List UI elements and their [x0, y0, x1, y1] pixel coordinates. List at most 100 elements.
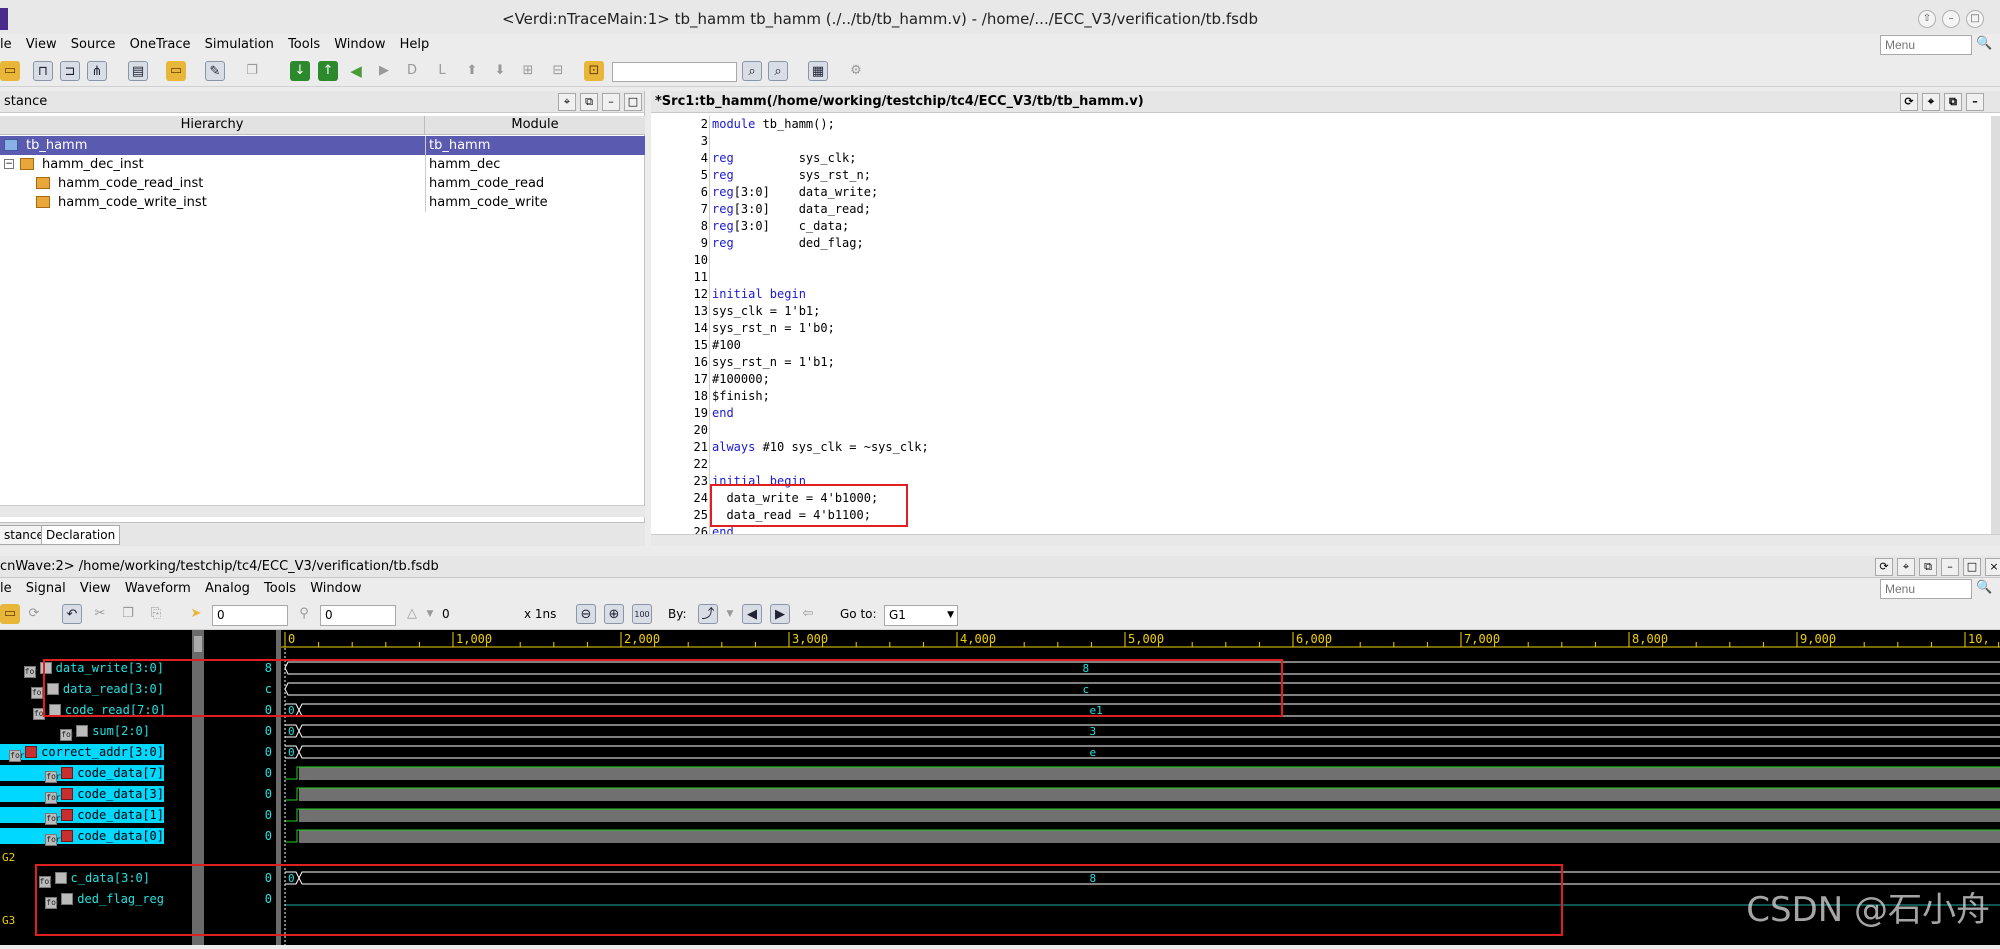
trace-out-icon[interactable]: ↑ [318, 61, 338, 81]
menu-tools[interactable]: Tools [283, 34, 325, 52]
find-next-icon[interactable]: ⌕ [742, 61, 762, 81]
source-line[interactable]: 5reg sys_rst_n; [651, 167, 1981, 184]
pin-icon[interactable]: ⌖ [558, 93, 576, 111]
menu-onetrace[interactable]: OneTrace [125, 34, 196, 52]
hierarchy-column[interactable]: Hierarchy [0, 116, 425, 135]
delta-icon[interactable]: △ [402, 604, 422, 624]
back-arrow-icon[interactable]: ◀ [346, 61, 366, 81]
hierarchy-row-tb-hamm[interactable]: tb_hamm tb_hamm [0, 136, 645, 155]
zoom-fit-icon[interactable]: 100 [632, 604, 652, 624]
lock-icon[interactable]: ⊡ [584, 61, 604, 81]
up-icon[interactable]: ⬆ [462, 61, 482, 81]
hierarchy-row-hamm-code-read-inst[interactable]: hamm_code_read_inst hamm_code_read [0, 174, 645, 193]
menu-simulation[interactable]: Simulation [200, 34, 279, 52]
nwave-menu-analog[interactable]: Analog [200, 578, 255, 596]
module-column[interactable]: Module [425, 116, 645, 135]
maximize-panel-icon[interactable]: □ [624, 93, 642, 111]
source-line[interactable]: 19end [651, 405, 1981, 422]
pin-icon[interactable]: ⌖ [1922, 93, 1940, 111]
nwave-menu-window[interactable]: Window [305, 578, 366, 596]
source-line[interactable]: 8reg[3:0] c_data; [651, 218, 1981, 235]
open-folder-icon[interactable]: ▭ [0, 604, 20, 624]
close-panel-icon[interactable]: × [1985, 558, 2000, 576]
sync-icon[interactable]: ⟳ [1875, 558, 1893, 576]
minimize-panel-icon[interactable]: – [1966, 93, 1984, 111]
source-line[interactable]: 22 [651, 456, 1981, 473]
forward-arrow-icon[interactable]: ▶ [374, 61, 394, 81]
trace-in-icon[interactable]: ↓ [290, 61, 310, 81]
source-line[interactable]: 14sys_rst_n = 1'b0; [651, 320, 1981, 337]
hierarchy-row-hamm-code-write-inst[interactable]: hamm_code_write_inst hamm_code_write [0, 193, 645, 212]
driver-icon[interactable]: D [402, 61, 422, 81]
bit-waveform[interactable] [285, 809, 2000, 822]
signal-row[interactable]: forcode_data[0] [0, 828, 164, 844]
bit-waveform[interactable] [285, 830, 2000, 843]
copy-icon[interactable]: ❐ [242, 61, 262, 81]
schematic-icon[interactable]: ⊐ [60, 61, 80, 81]
menu-view[interactable]: View [21, 34, 62, 52]
menu-source[interactable]: Source [66, 34, 121, 52]
marker-time-field[interactable]: 0 [320, 605, 396, 626]
signal-row[interactable]: forcode_data[1] [0, 807, 164, 823]
down-icon[interactable]: ⬇ [490, 61, 510, 81]
maximize-panel-icon[interactable]: □ [1963, 558, 1981, 576]
pin-icon[interactable]: ⌖ [1897, 558, 1915, 576]
signal-group-label[interactable]: G2 [2, 851, 15, 864]
search-icon[interactable]: 🔍 [1976, 580, 1994, 598]
source-line[interactable]: 3 [651, 133, 1981, 150]
cursor-icon[interactable]: ➤ [186, 604, 206, 624]
edit-icon[interactable]: ✎ [205, 61, 225, 81]
find-combo[interactable] [612, 62, 737, 82]
source-line[interactable]: 21always #10 sys_clk = ~sys_clk; [651, 439, 1981, 456]
back-history-icon[interactable]: ⇦ [798, 604, 818, 624]
source-line[interactable]: 11 [651, 269, 1981, 286]
minimize-icon[interactable]: – [1942, 10, 1960, 28]
minimize-panel-icon[interactable]: – [602, 93, 620, 111]
by-dropdown-icon[interactable]: ▼ [720, 604, 740, 624]
zoom-out-icon[interactable]: ⊖ [576, 604, 596, 624]
disconnect-icon[interactable]: ⊟ [548, 61, 568, 81]
signal-group-label[interactable]: G3 [2, 914, 15, 927]
marker-icon[interactable]: ⚲ [294, 604, 314, 624]
signal-row[interactable]: forsum[2:0] [60, 723, 150, 739]
settings-icon[interactable]: ⚙ [846, 61, 866, 81]
source-code-area[interactable]: 2module tb_hamm();34reg sys_clk;5reg sys… [651, 116, 1991, 536]
menu-help[interactable]: Help [395, 34, 435, 52]
source-line[interactable]: 16sys_rst_n = 1'b1; [651, 354, 1981, 371]
float-icon[interactable]: ⧉ [580, 93, 598, 111]
source-line[interactable]: 9reg ded_flag; [651, 235, 1981, 252]
copy-icon[interactable]: ❐ [118, 604, 138, 624]
source-line[interactable]: 20 [651, 422, 1981, 439]
source-line[interactable]: 7reg[3:0] data_read; [651, 201, 1981, 218]
nwave-menu-view[interactable]: View [75, 578, 116, 596]
reload-icon[interactable]: ⟳ [24, 604, 44, 624]
browser-icon[interactable]: ▤ [128, 61, 148, 81]
cut-icon[interactable]: ✂ [90, 604, 110, 624]
source-line[interactable]: 6reg[3:0] data_write; [651, 184, 1981, 201]
sync-icon[interactable]: ⟳ [1900, 93, 1918, 111]
source-line[interactable]: 10 [651, 252, 1981, 269]
signal-row[interactable]: forcode_data[3] [0, 786, 164, 802]
hierarchy-icon[interactable]: ⋔ [87, 61, 107, 81]
nwave-menu-tools[interactable]: Tools [259, 578, 301, 596]
bit-waveform[interactable] [285, 767, 2000, 780]
tab-declaration[interactable]: Declaration [41, 525, 120, 545]
horizontal-scrollbar[interactable] [0, 505, 645, 517]
bit-waveform[interactable] [285, 788, 2000, 801]
source-line[interactable]: 13sys_clk = 1'b1; [651, 303, 1981, 320]
collapse-icon[interactable]: − [4, 159, 14, 169]
scroll-thumb[interactable] [194, 636, 202, 652]
module-icon[interactable]: ⊓ [33, 61, 53, 81]
goto-select[interactable]: G1 ▼ [884, 605, 958, 626]
hierarchy-row-hamm-dec-inst[interactable]: − hamm_dec_inst hamm_dec [0, 155, 645, 174]
palette-icon[interactable]: ▦ [808, 61, 828, 81]
horizontal-scrollbar[interactable] [651, 534, 2000, 546]
next-edge-icon[interactable]: ▶ [770, 604, 790, 624]
signal-row[interactable]: forcorrect_addr[3:0] [0, 744, 164, 760]
nwave-menu-waveform[interactable]: Waveform [120, 578, 196, 596]
find-prev-icon[interactable]: ⌕ [768, 61, 788, 81]
bus-waveform[interactable]: 0e [285, 746, 2000, 759]
maximize-icon[interactable]: □ [1966, 10, 1984, 28]
zoom-in-icon[interactable]: ⊕ [604, 604, 624, 624]
menu-file[interactable]: le [0, 34, 17, 52]
